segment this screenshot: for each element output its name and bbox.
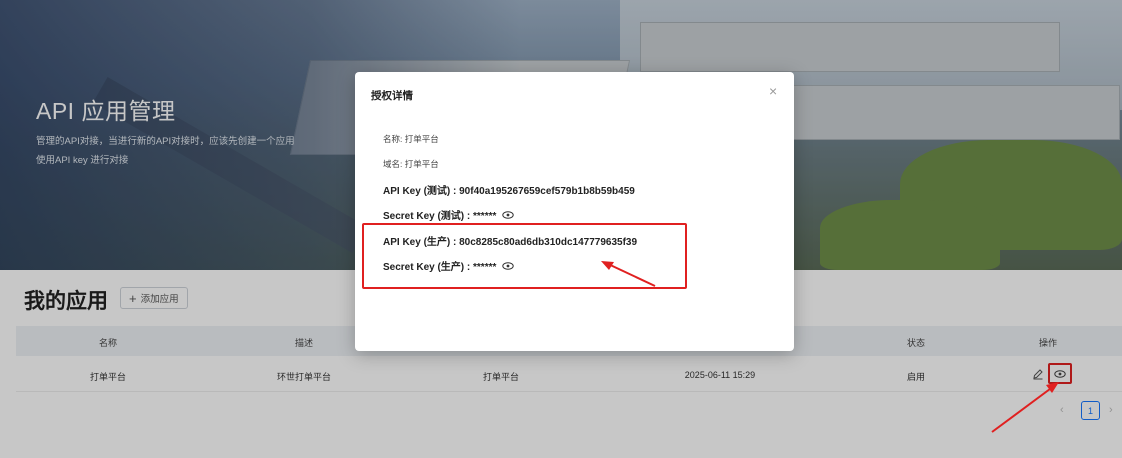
secret-key-test: Secret Key (测试) : ****** bbox=[383, 207, 515, 222]
api-key-test: API Key (测试) : 90f40a195267659cef579b1b8… bbox=[383, 186, 635, 197]
app-name-line: 名称: 打单平台 bbox=[383, 134, 439, 144]
modal-title: 授权详情 bbox=[371, 90, 413, 102]
eye-icon[interactable] bbox=[502, 210, 515, 219]
auth-detail-modal: 授权详情 × 名称: 打单平台 域名: 打单平台 API Key (测试) : … bbox=[355, 72, 794, 351]
app-domain-line: 域名: 打单平台 bbox=[383, 159, 439, 169]
close-icon[interactable]: × bbox=[769, 84, 777, 98]
annotation-highlight-box bbox=[362, 223, 687, 289]
